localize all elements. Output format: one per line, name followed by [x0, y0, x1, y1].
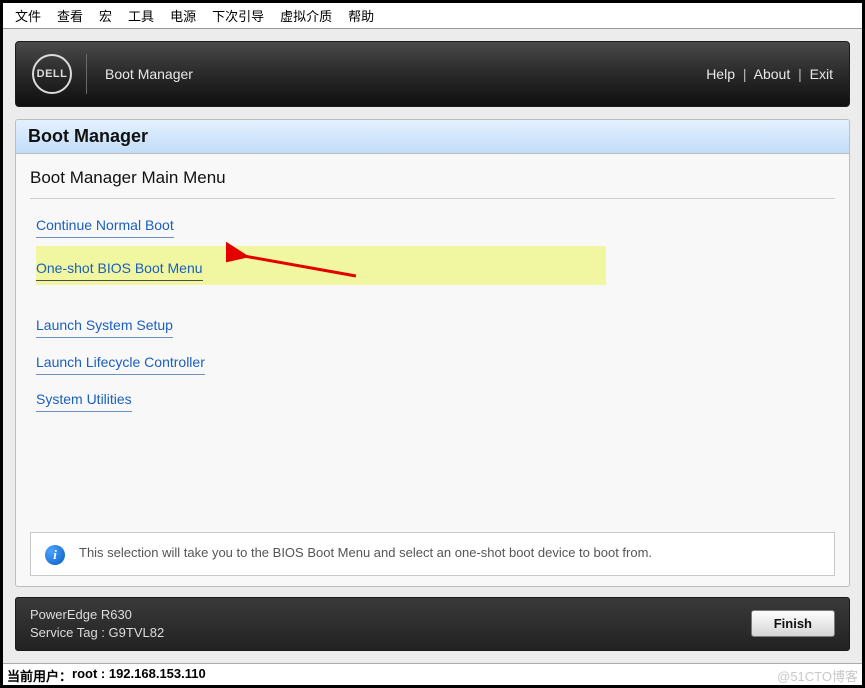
launch-lifecycle-controller[interactable]: Launch Lifecycle Controller	[36, 346, 205, 375]
finish-button[interactable]: Finish	[751, 610, 835, 637]
status-user-value: root : 192.168.153.110	[72, 666, 206, 685]
boot-menu-group-2: Launch System Setup Launch Lifecycle Con…	[36, 309, 829, 420]
menu-help[interactable]: 帮助	[340, 5, 382, 26]
footer-left: PowerEdge R630 Service Tag : G9TVL82	[30, 606, 164, 642]
launch-system-setup[interactable]: Launch System Setup	[36, 309, 173, 338]
menu-virtual-media[interactable]: 虚拟介质	[272, 5, 340, 26]
menu-next-boot[interactable]: 下次引导	[204, 5, 272, 26]
menu-tools[interactable]: 工具	[120, 5, 162, 26]
boot-menu-group-1: Continue Normal Boot One-shot BIOS Boot …	[36, 209, 829, 285]
service-tag-label: Service Tag :	[30, 625, 105, 640]
menu-macro[interactable]: 宏	[91, 5, 120, 26]
panel-title: Boot Manager	[16, 120, 849, 154]
info-icon: i	[45, 545, 65, 565]
divider	[30, 198, 835, 199]
vm-console-window: 文件 查看 宏 工具 电源 下次引导 虚拟介质 帮助 DELL Boot Man…	[0, 0, 865, 688]
menubar: 文件 查看 宏 工具 电源 下次引导 虚拟介质 帮助	[3, 3, 862, 29]
header-separator	[86, 54, 87, 94]
status-line: 当前用户： root : 192.168.153.110 @51CTO博客	[3, 663, 862, 685]
dell-logo-icon: DELL	[32, 54, 72, 94]
header-title: Boot Manager	[105, 66, 193, 82]
about-link[interactable]: About	[754, 66, 791, 82]
exit-link[interactable]: Exit	[810, 66, 833, 82]
menu-file[interactable]: 文件	[7, 5, 49, 26]
continue-normal-boot[interactable]: Continue Normal Boot	[36, 209, 174, 238]
header-right-links: Help | About | Exit	[706, 66, 833, 82]
annotation-arrow-icon	[226, 242, 366, 282]
status-user-label: 当前用户：	[7, 666, 72, 685]
menu-power[interactable]: 电源	[162, 5, 204, 26]
spacer	[16, 454, 849, 532]
service-tag-value: G9TVL82	[109, 625, 165, 640]
model-label: PowerEdge R630	[30, 606, 164, 624]
dell-header: DELL Boot Manager Help | About | Exit	[15, 41, 850, 107]
watermark: @51CTO博客	[777, 666, 858, 685]
service-tag-line: Service Tag : G9TVL82	[30, 624, 164, 642]
system-utilities[interactable]: System Utilities	[36, 383, 132, 412]
separator: |	[743, 66, 747, 82]
info-text: This selection will take you to the BIOS…	[79, 543, 652, 563]
info-box: i This selection will take you to the BI…	[30, 532, 835, 576]
footer-bar: PowerEdge R630 Service Tag : G9TVL82 Fin…	[15, 597, 850, 651]
menu-view[interactable]: 查看	[49, 5, 91, 26]
one-shot-bios-boot-menu-row: One-shot BIOS Boot Menu	[36, 246, 606, 285]
panel-subtitle: Boot Manager Main Menu	[16, 154, 849, 192]
main-panel: Boot Manager Boot Manager Main Menu Cont…	[15, 119, 850, 587]
client-area: DELL Boot Manager Help | About | Exit Bo…	[3, 29, 862, 663]
help-link[interactable]: Help	[706, 66, 735, 82]
one-shot-bios-boot-menu[interactable]: One-shot BIOS Boot Menu	[36, 252, 203, 281]
separator: |	[798, 66, 802, 82]
boot-menu: Continue Normal Boot One-shot BIOS Boot …	[16, 209, 849, 454]
